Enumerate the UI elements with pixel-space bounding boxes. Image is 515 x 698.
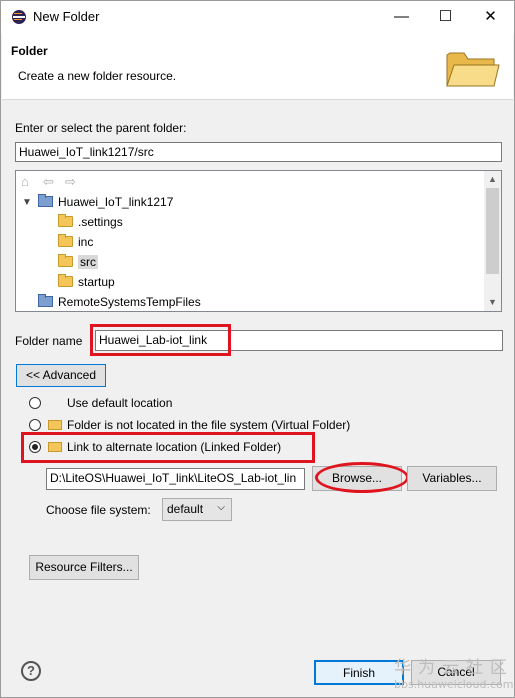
scroll-down-icon[interactable]: ▼ — [484, 294, 501, 311]
folder-name-label: Folder name — [15, 334, 83, 348]
collapse-chevron-icon[interactable]: ▼ — [22, 197, 32, 208]
chevron-down-icon: ⌵ — [217, 502, 225, 513]
annotation-oval — [315, 462, 409, 493]
folder-tree[interactable]: ⌂ ⇦ ⇨ ▼ Huawei_IoT_link1217 .settings in… — [15, 170, 502, 312]
radio-default-location[interactable] — [29, 397, 41, 409]
new-folder-dialog: New Folder — ☐ ✕ Folder Create a new fol… — [0, 0, 515, 698]
location-input[interactable]: D:\LiteOS\Huawei_IoT_link\LiteOS_Lab-iot… — [46, 468, 305, 490]
scroll-up-icon[interactable]: ▲ — [484, 171, 501, 188]
file-system-value: default — [167, 502, 204, 516]
file-system-label: Choose file system: — [46, 503, 151, 517]
finish-button[interactable]: Finish — [314, 660, 404, 685]
parent-folder-label: Enter or select the parent folder: — [15, 121, 187, 135]
resource-filters-button[interactable]: Resource Filters... — [29, 555, 139, 580]
tree-item-project[interactable]: Huawei_IoT_link1217 — [38, 192, 173, 212]
project-folder-icon — [38, 294, 53, 307]
watermark-url: bbs.huaweicloud.com — [394, 678, 514, 691]
minimize-button[interactable]: — — [379, 1, 424, 33]
title-bar: New Folder — ☐ ✕ — [1, 1, 514, 33]
watermark-logo: 华为云社区 — [394, 658, 514, 678]
folder-icon — [58, 214, 73, 227]
tree-item-src[interactable]: src — [58, 252, 98, 272]
maximize-button[interactable]: ☐ — [423, 1, 468, 33]
back-icon[interactable]: ⇦ — [43, 175, 57, 189]
tree-scrollbar[interactable]: ▲ ▼ — [484, 171, 501, 311]
wizard-description: Create a new folder resource. — [18, 69, 177, 83]
folder-banner-icon — [446, 52, 500, 87]
folder-icon — [58, 254, 73, 267]
virtual-folder-icon — [48, 420, 62, 430]
scroll-thumb[interactable] — [486, 188, 499, 274]
default-location-label[interactable]: Use default location — [67, 396, 172, 410]
eclipse-icon — [12, 10, 26, 24]
virtual-folder-label[interactable]: Folder is not located in the file system… — [67, 418, 350, 432]
tree-item-inc[interactable]: inc — [58, 232, 93, 252]
project-folder-icon — [38, 194, 53, 207]
home-icon[interactable]: ⌂ — [21, 175, 35, 189]
parent-folder-input[interactable]: Huawei_IoT_link1217/src — [15, 142, 502, 162]
help-icon[interactable]: ? — [21, 661, 41, 681]
close-button[interactable]: ✕ — [468, 1, 513, 33]
tree-item-remote[interactable]: RemoteSystemsTempFiles — [38, 292, 201, 312]
variables-button[interactable]: Variables... — [407, 466, 497, 491]
tree-item-settings[interactable]: .settings — [58, 212, 123, 232]
folder-icon — [58, 274, 73, 287]
forward-icon[interactable]: ⇨ — [65, 175, 79, 189]
file-system-select[interactable]: default ⌵ — [162, 498, 232, 521]
wizard-title: Folder — [11, 44, 48, 58]
annotation-box — [90, 324, 231, 356]
annotation-box — [21, 432, 315, 463]
wizard-header: Folder Create a new folder resource. — [2, 33, 513, 100]
advanced-button[interactable]: << Advanced — [16, 364, 106, 387]
tree-item-startup[interactable]: startup — [58, 272, 115, 292]
window-title: New Folder — [33, 9, 100, 24]
radio-virtual-folder[interactable] — [29, 419, 41, 431]
folder-icon — [58, 234, 73, 247]
